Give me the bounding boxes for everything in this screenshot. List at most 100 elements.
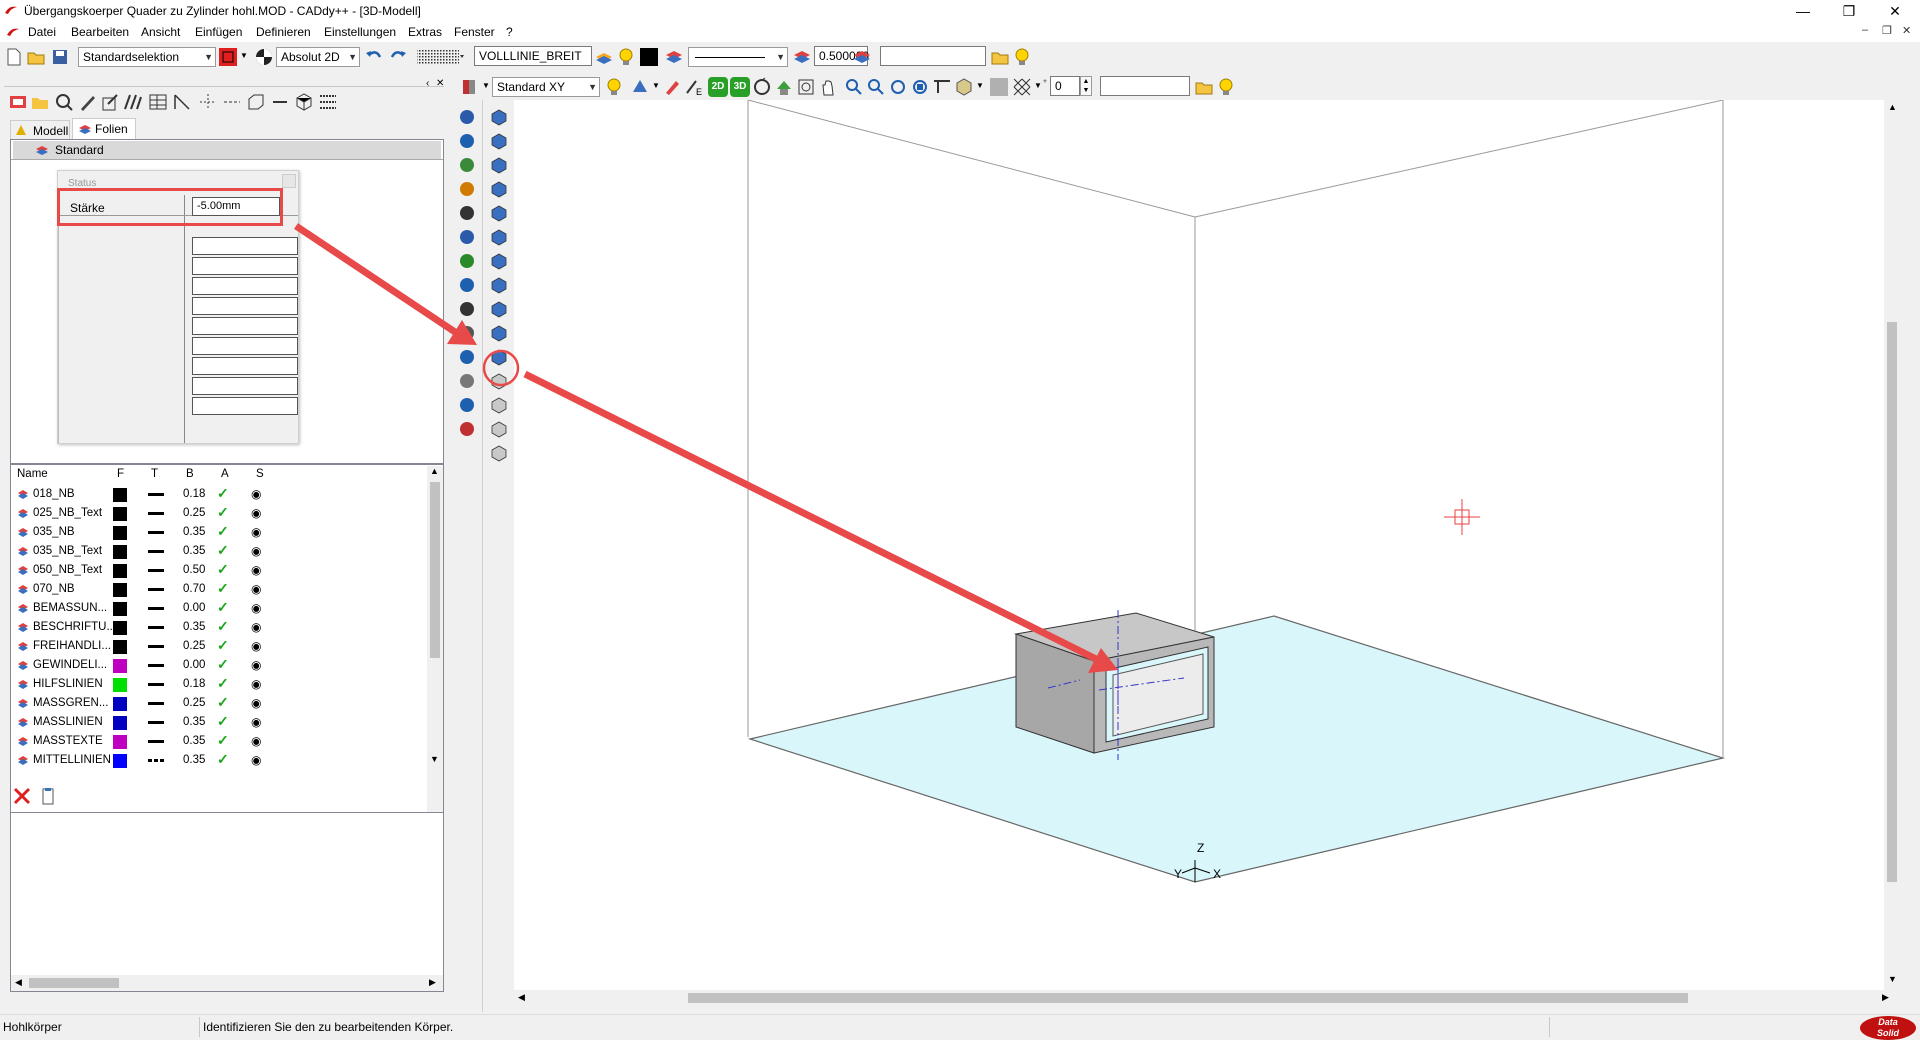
check-icon[interactable]: ✓	[217, 522, 229, 541]
layer-color-swatch[interactable]	[113, 640, 127, 654]
list-icon[interactable]	[318, 92, 338, 112]
hatch-icon[interactable]	[456, 370, 478, 392]
model-canvas[interactable]: Z X Y	[514, 99, 1900, 990]
app-menu-icon[interactable]	[6, 27, 20, 37]
torus-icon[interactable]	[488, 202, 510, 224]
layer-color-swatch[interactable]	[113, 735, 127, 749]
table-icon[interactable]	[148, 92, 168, 112]
check-icon[interactable]: ✓	[217, 541, 229, 560]
rotate-icon[interactable]	[456, 226, 478, 248]
layer-linetype[interactable]	[148, 512, 164, 515]
eye-icon[interactable]: ◉	[251, 751, 261, 770]
layer-color-swatch[interactable]	[113, 526, 127, 540]
layer-linetype[interactable]	[148, 569, 164, 572]
linetype-field[interactable]: VOLLLINIE_BREIT	[474, 46, 592, 66]
clipboard-icon[interactable]	[38, 786, 58, 806]
menu-datei[interactable]: Datei	[28, 25, 56, 39]
layer-pick-icon[interactable]	[594, 47, 614, 67]
save-icon[interactable]	[50, 47, 70, 67]
eye-icon[interactable]: ◉	[251, 694, 261, 713]
minimize-button[interactable]: —	[1780, 0, 1826, 22]
dashed-line-icon[interactable]	[222, 92, 242, 112]
layer-table-scrollbar[interactable]: ▲ ▼	[427, 466, 443, 865]
eye-icon[interactable]: ◉	[251, 656, 261, 675]
eye-icon[interactable]: ◉	[251, 561, 261, 580]
layer-row[interactable]: FREIHANDLI... 0.25 ✓ ◉	[11, 637, 423, 656]
column-a[interactable]: A	[221, 468, 229, 480]
check-icon[interactable]: ✓	[217, 503, 229, 522]
selection-mode-select[interactable]: Standardselektion ▼	[78, 47, 216, 67]
layer-linetype[interactable]	[148, 759, 164, 762]
check-icon[interactable]: ✓	[217, 712, 229, 731]
pencil-icon[interactable]	[662, 77, 682, 97]
cube-icon[interactable]	[488, 130, 510, 152]
lightbulb-icon[interactable]	[1012, 47, 1032, 67]
menu-extras[interactable]: Extras	[408, 25, 442, 39]
eye-icon[interactable]: ◉	[251, 485, 261, 504]
snap-icon[interactable]	[456, 154, 478, 176]
param-empty-field[interactable]	[192, 377, 298, 395]
layer-color-swatch[interactable]	[113, 507, 127, 521]
link-icon[interactable]	[270, 92, 290, 112]
eye-icon[interactable]: ◉	[251, 618, 261, 637]
layer-row[interactable]: HILFSLINIEN 0.18 ✓ ◉	[11, 675, 423, 694]
eye-icon[interactable]: ◉	[251, 504, 261, 523]
color-swatch[interactable]	[640, 48, 658, 66]
menu-bearbeiten[interactable]: Bearbeiten	[71, 25, 129, 39]
dialog-close-button[interactable]	[282, 174, 296, 188]
layer-linetype[interactable]	[148, 626, 164, 629]
layer-color-swatch[interactable]	[113, 602, 127, 616]
layer-linewidth[interactable]: 0.70	[183, 580, 205, 599]
dimension-tool-icon[interactable]	[122, 92, 142, 112]
param-empty-field[interactable]	[192, 337, 298, 355]
open-folder-icon[interactable]	[1194, 77, 1214, 97]
line-edit-icon[interactable]	[456, 250, 478, 272]
menu-ansicht[interactable]: Ansicht	[141, 25, 180, 39]
tree-root-standard[interactable]: Standard	[13, 141, 441, 159]
layer-color-swatch[interactable]	[113, 583, 127, 597]
check-icon[interactable]: ✓	[217, 636, 229, 655]
pencil-icon[interactable]	[456, 178, 478, 200]
zoom-out-icon[interactable]	[866, 77, 886, 97]
info-icon[interactable]	[456, 394, 478, 416]
chevron-down-icon[interactable]: ▼	[652, 81, 660, 90]
scale-icon[interactable]	[456, 202, 478, 224]
check-icon[interactable]: ✓	[217, 655, 229, 674]
selection-box-icon[interactable]	[218, 47, 238, 67]
layer-linewidth[interactable]: 0.35	[183, 618, 205, 637]
layer-row[interactable]: MASSTEXTE 0.35 ✓ ◉	[11, 732, 423, 751]
undo-icon[interactable]	[364, 47, 384, 67]
cube-icon[interactable]	[294, 92, 314, 112]
layer-linewidth[interactable]: 0.35	[183, 713, 205, 732]
scroll-up-icon[interactable]: ▲	[430, 466, 439, 476]
chevron-down-icon[interactable]: ▼	[482, 81, 490, 90]
toolbar1-search-input[interactable]	[880, 46, 986, 66]
hollow-body-icon[interactable]	[488, 322, 510, 344]
sphere-icon[interactable]	[456, 130, 478, 152]
param-empty-field[interactable]	[192, 277, 298, 295]
check-icon[interactable]: ✓	[217, 674, 229, 693]
hollow-box-body[interactable]	[1014, 612, 1215, 754]
layer-linewidth[interactable]: 0.50	[183, 561, 205, 580]
layer-color-swatch[interactable]	[113, 659, 127, 673]
delete-layer-icon[interactable]	[12, 786, 32, 806]
scroll-down-icon[interactable]: ▼	[430, 754, 439, 764]
section-view-icon[interactable]	[932, 77, 952, 97]
cylinder-icon[interactable]	[488, 154, 510, 176]
eye-icon[interactable]: ◉	[251, 523, 261, 542]
info-panel-hscrollbar[interactable]: ◀ ▶	[11, 975, 443, 991]
measure-icon[interactable]	[172, 92, 192, 112]
plane-cut-icon[interactable]	[488, 346, 510, 368]
layer-row[interactable]: BESCHRIFTU... 0.35 ✓ ◉	[11, 618, 423, 637]
param-empty-field[interactable]	[192, 297, 298, 315]
scroll-right-icon[interactable]: ▶	[1882, 992, 1889, 1003]
layer-linewidth[interactable]: 0.18	[183, 675, 205, 694]
layer-color-swatch[interactable]	[113, 545, 127, 559]
extrude-icon[interactable]	[488, 226, 510, 248]
layer-linewidth[interactable]: 0.00	[183, 656, 205, 675]
check-icon[interactable]: ✓	[217, 617, 229, 636]
eye-icon[interactable]: ◉	[251, 732, 261, 751]
grid-pattern-icon[interactable]	[416, 47, 464, 67]
counter-spinner[interactable]: ▲ ▼	[1080, 76, 1092, 96]
zoom-window-icon[interactable]	[796, 77, 816, 97]
